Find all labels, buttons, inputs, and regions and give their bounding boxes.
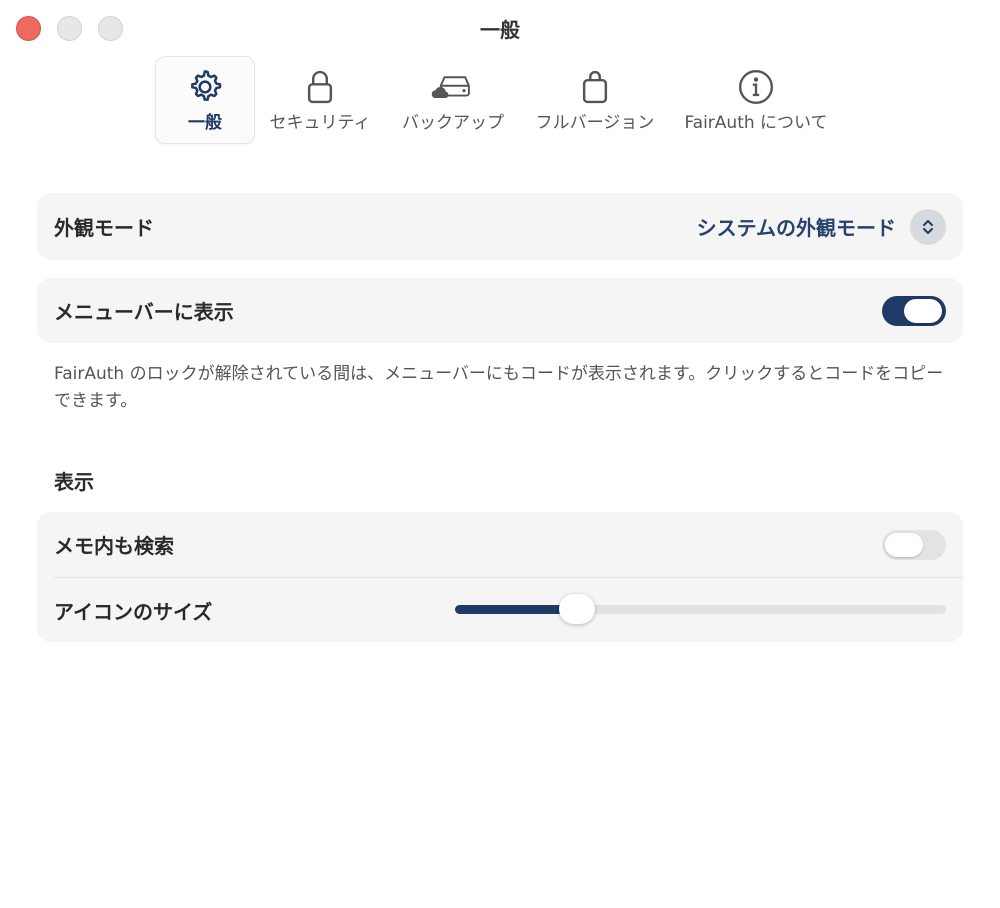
tab-general[interactable]: 一般	[155, 56, 255, 144]
preferences-toolbar: 一般 セキュリティ バックアップ フルバージョン FairAuth について	[155, 56, 843, 144]
icon-size-label: アイコンのサイズ	[54, 599, 213, 624]
tab-backup-label: バックアップ	[402, 112, 504, 133]
search-memo-label: メモ内も検索	[54, 534, 174, 558]
display-card: メモ内も検索 アイコンのサイズ	[37, 512, 963, 642]
tab-full-version[interactable]: フルバージョン	[521, 56, 669, 144]
tab-security[interactable]: セキュリティ	[255, 56, 385, 144]
info-icon	[734, 68, 778, 106]
menubar-card: メニューバーに表示	[37, 278, 963, 343]
tab-full-version-label: フルバージョン	[535, 112, 655, 133]
display-section-title: 表示	[54, 470, 94, 494]
tab-backup[interactable]: バックアップ	[385, 56, 521, 144]
show-in-menubar-label: メニューバーに表示	[54, 300, 234, 324]
cloud-drive-icon	[431, 68, 475, 106]
search-memo-toggle[interactable]	[882, 529, 946, 560]
tab-security-label: セキュリティ	[269, 112, 371, 133]
appearance-card: 外観モード システムの外観モード	[37, 193, 963, 260]
shopping-bag-icon	[573, 68, 617, 106]
appearance-mode-value: システムの外観モード	[696, 216, 896, 240]
window-title: 一般	[480, 18, 520, 42]
tab-about-label: FairAuth について	[684, 112, 828, 133]
show-in-menubar-toggle[interactable]	[882, 295, 946, 326]
menubar-description: FairAuth のロックが解除されている間は、メニューバーにもコードが表示され…	[54, 364, 944, 411]
icon-size-slider[interactable]	[455, 592, 946, 628]
tab-general-label: 一般	[188, 112, 222, 133]
appearance-mode-label: 外観モード	[54, 216, 154, 240]
lock-icon	[298, 68, 342, 106]
up-down-chevron-icon[interactable]	[910, 208, 946, 245]
tab-about[interactable]: FairAuth について	[669, 56, 843, 144]
gear-icon	[183, 68, 227, 106]
slider-thumb[interactable]	[559, 594, 596, 624]
appearance-mode-select[interactable]: システムの外観モード	[696, 208, 946, 245]
